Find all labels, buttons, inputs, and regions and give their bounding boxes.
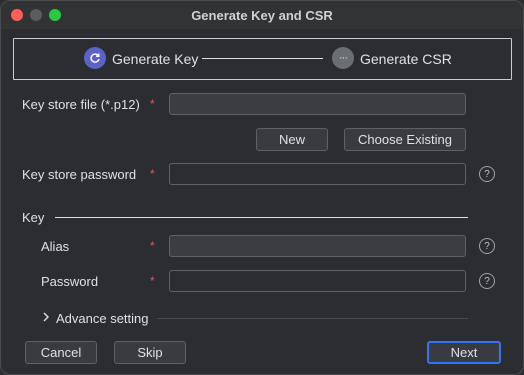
required-marker: * <box>150 167 155 181</box>
required-marker: * <box>150 274 155 288</box>
key-section-label: Key <box>22 210 45 225</box>
keystore-password-input[interactable] <box>169 163 466 185</box>
advance-setting-toggle[interactable]: Advance setting <box>56 311 149 326</box>
keystore-password-label: Key store password <box>22 167 137 182</box>
advance-setting-divider <box>157 318 468 319</box>
keystore-file-label: Key store file (*.p12) <box>22 97 140 112</box>
key-password-label: Password <box>41 274 99 289</box>
required-marker: * <box>150 239 155 253</box>
new-keystore-button[interactable]: New <box>256 128 328 151</box>
next-button[interactable]: Next <box>427 341 501 364</box>
step-connector <box>202 58 323 59</box>
help-icon[interactable]: ? <box>479 166 495 182</box>
window-title: Generate Key and CSR <box>191 8 333 23</box>
ellipsis-icon: ··· <box>332 47 354 69</box>
key-section-divider <box>55 217 468 218</box>
title-bar: Generate Key and CSR <box>1 1 523 29</box>
chevron-right-icon[interactable] <box>42 311 50 325</box>
dialog-window: Generate Key and CSR Generate Key ··· Ge… <box>0 0 524 375</box>
wizard-stepper: Generate Key ··· Generate CSR <box>13 38 512 80</box>
help-icon[interactable]: ? <box>479 273 495 289</box>
alias-label: Alias <box>41 239 70 254</box>
choose-existing-button[interactable]: Choose Existing <box>344 128 466 151</box>
step-generate-key-label: Generate Key <box>112 51 199 67</box>
required-marker: * <box>150 97 155 111</box>
help-icon[interactable]: ? <box>479 238 495 254</box>
skip-button[interactable]: Skip <box>114 341 186 364</box>
keystore-file-input[interactable] <box>169 93 466 115</box>
cancel-button[interactable]: Cancel <box>25 341 97 364</box>
key-password-input[interactable] <box>169 270 466 292</box>
alias-input[interactable] <box>169 235 466 257</box>
step-generate-csr-label: Generate CSR <box>360 51 452 67</box>
refresh-icon <box>84 47 106 69</box>
